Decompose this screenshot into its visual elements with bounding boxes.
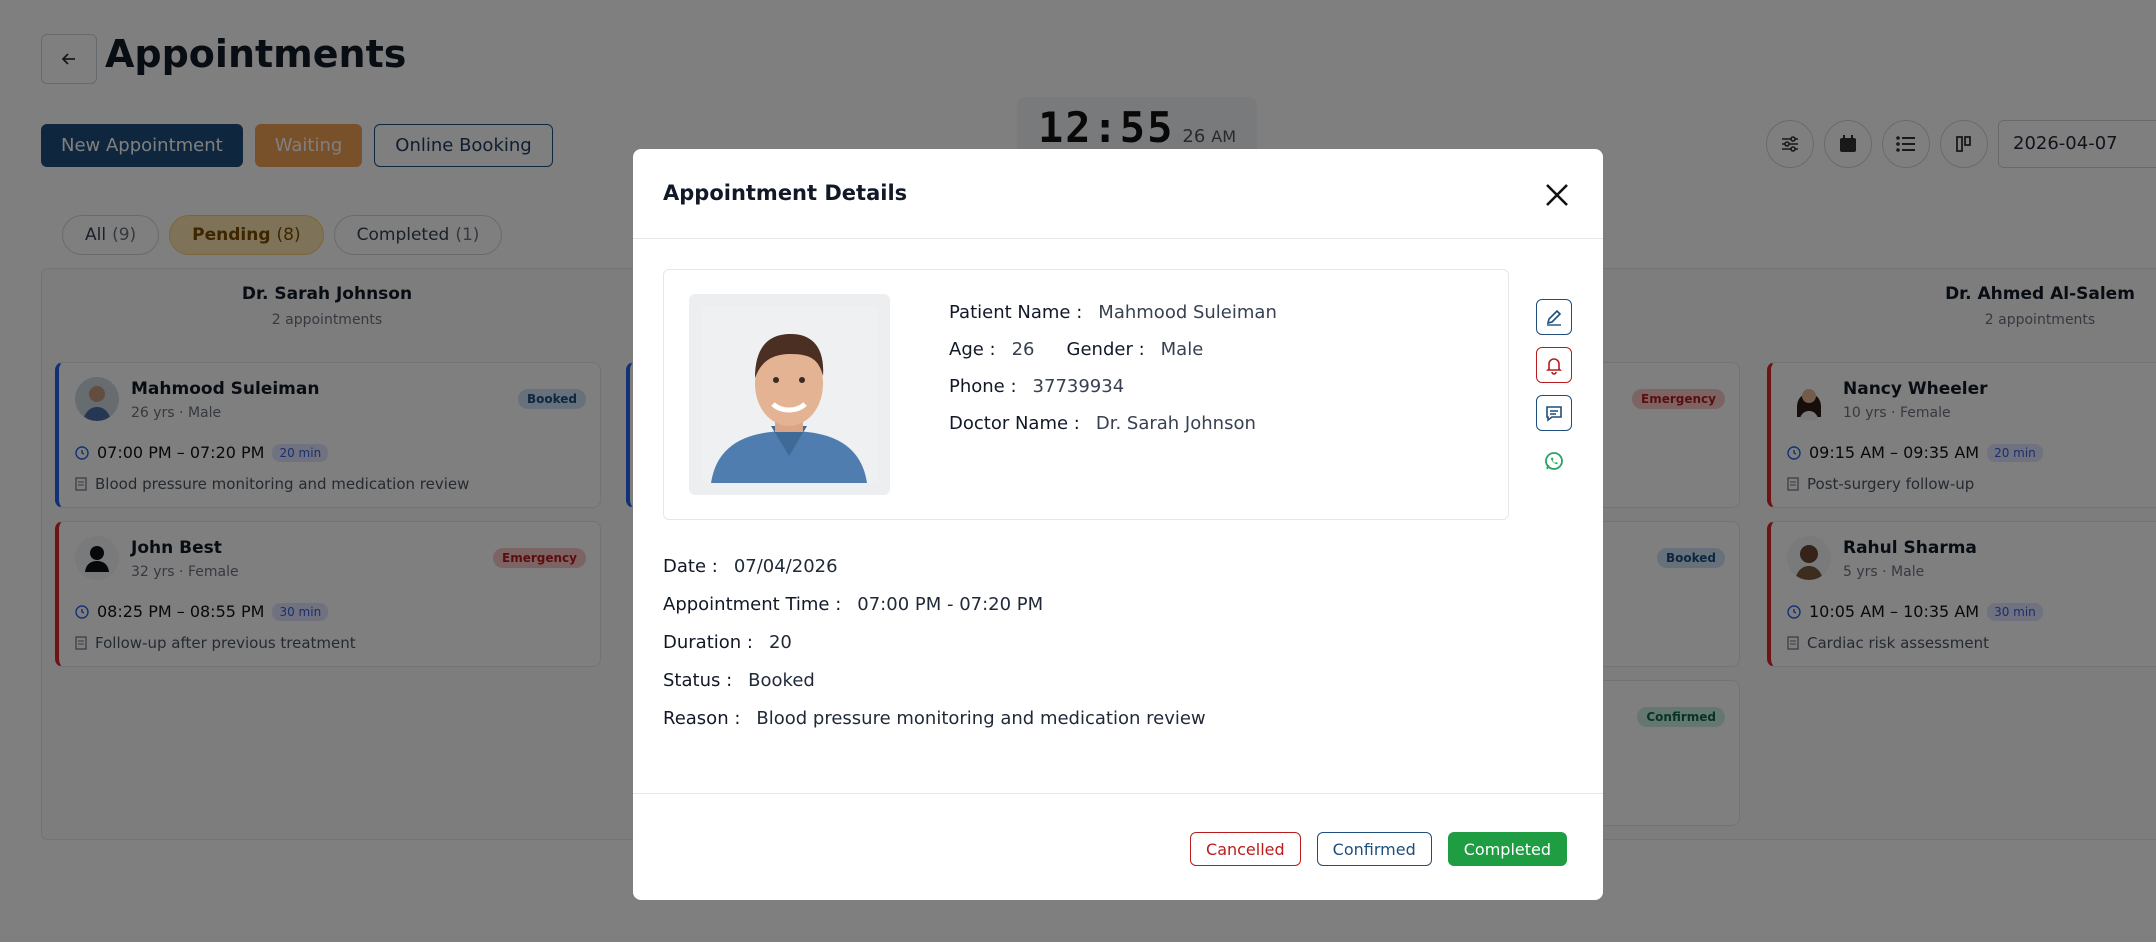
field-label: Gender : (1066, 339, 1145, 360)
age-gender-row: Age : 26 Gender : Male (949, 331, 1277, 368)
patient-actions (1536, 299, 1572, 479)
phone-value: 37739934 (1032, 376, 1125, 397)
message-button[interactable] (1536, 395, 1572, 431)
field-label: Patient Name : (949, 302, 1083, 323)
field-label: Duration : (663, 631, 753, 653)
field-label: Doctor Name : (949, 413, 1080, 434)
doctor-row: Doctor Name : Dr. Sarah Johnson (949, 405, 1277, 442)
reason-row: Reason : Blood pressure monitoring and m… (663, 699, 1206, 737)
footer-divider (633, 793, 1603, 794)
appointment-details-modal: Appointment Details Patient Name: Mahmo… (633, 149, 1603, 900)
edit-icon (1546, 309, 1562, 326)
patient-name-row: Patient Name : Mahmood Suleiman (949, 294, 1277, 331)
phone-row: Phone : 37739934 (949, 368, 1277, 405)
field-label: Date : (663, 555, 718, 577)
status-row: Status : Booked (663, 661, 1206, 699)
field-label: Reason : (663, 707, 741, 729)
field-label: Status : (663, 669, 733, 691)
patient-info-box: Patient Name : Mahmood Suleiman Age : 26… (663, 269, 1509, 520)
notify-button[interactable] (1536, 347, 1572, 383)
edit-button[interactable] (1536, 299, 1572, 335)
whatsapp-icon (1545, 452, 1563, 470)
patient-photo (701, 306, 878, 483)
field-label: Appointment Time : (663, 593, 842, 615)
patient-name-value: Mahmood Suleiman (1098, 302, 1277, 323)
cancelled-button[interactable]: Cancelled (1190, 832, 1301, 866)
doctor-value: Dr. Sarah Johnson (1095, 413, 1256, 434)
confirmed-button[interactable]: Confirmed (1316, 832, 1432, 866)
field-label: Phone : (949, 376, 1017, 397)
duration-value: 20 (768, 631, 792, 653)
time-row: Appointment Time : 07:00 PM - 07:20 PM (663, 585, 1206, 623)
status-actions: Cancelled Confirmed Completed (1190, 832, 1567, 866)
duration-row: Duration : 20 (663, 623, 1206, 661)
modal-title: Appointment Details (663, 181, 908, 205)
patient-fields: Patient Name : Mahmood Suleiman Age : 26… (949, 294, 1277, 442)
time-value: 07:00 PM - 07:20 PM (857, 593, 1044, 615)
close-button[interactable] (1541, 179, 1573, 211)
appointment-fields: Date : 07/04/2026 Appointment Time : 07:… (663, 547, 1206, 737)
patient-photo-frame (689, 294, 890, 495)
whatsapp-button[interactable] (1536, 443, 1572, 479)
field-label: Age : (949, 339, 996, 360)
gender-value: Male (1160, 339, 1204, 360)
header-divider (633, 238, 1603, 239)
age-value: 26 (1011, 339, 1035, 360)
date-value: 07/04/2026 (733, 555, 838, 577)
reason-value: Blood pressure monitoring and medication… (756, 707, 1206, 729)
bell-icon (1546, 358, 1562, 375)
chat-icon (1546, 406, 1562, 422)
completed-button[interactable]: Completed (1447, 832, 1567, 866)
status-value: Booked (748, 669, 815, 691)
close-icon (1546, 184, 1568, 206)
date-row: Date : 07/04/2026 (663, 547, 1206, 585)
